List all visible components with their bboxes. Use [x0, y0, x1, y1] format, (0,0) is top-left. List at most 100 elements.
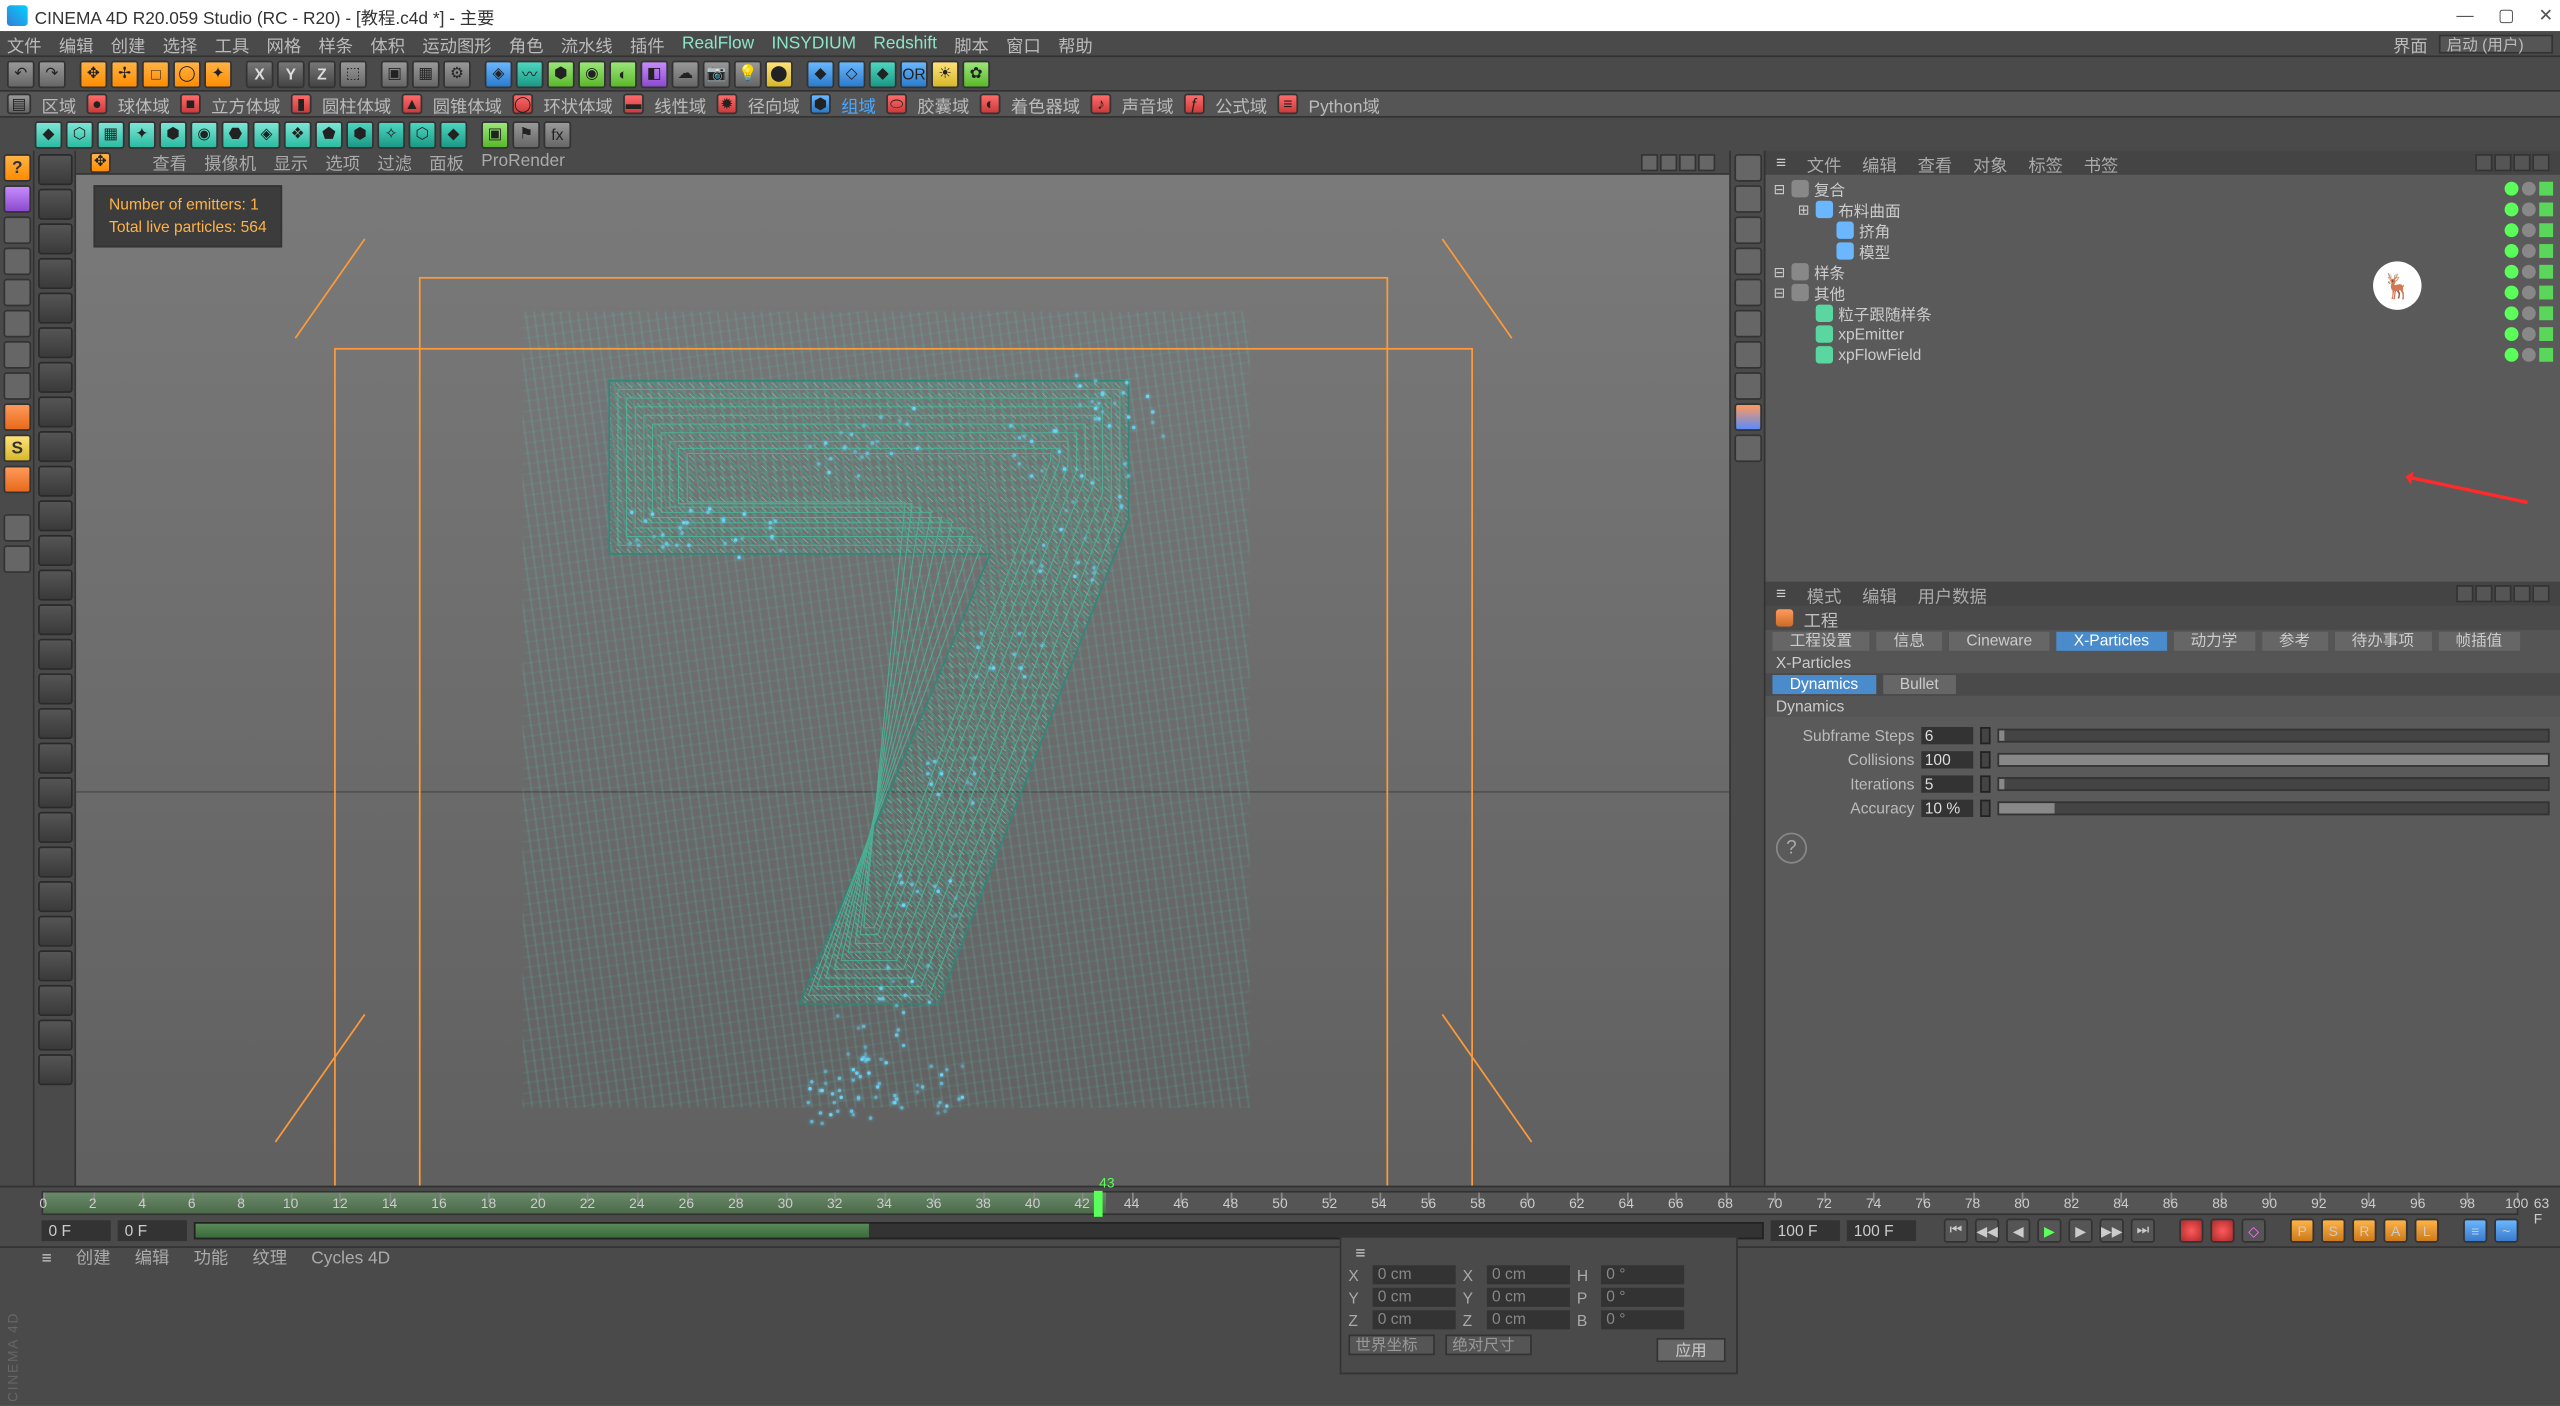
menu-volume[interactable]: 体积 [370, 30, 405, 56]
play-button[interactable]: ▶ [2037, 1219, 2061, 1243]
step-fwd-button[interactable]: ▶▶ [2100, 1219, 2124, 1243]
field-0[interactable]: 区域 [42, 91, 77, 117]
goto-start-button[interactable]: ⏮ [1944, 1219, 1968, 1243]
vs-6[interactable] [1734, 310, 1762, 338]
snap-2[interactable] [38, 189, 73, 220]
render-view[interactable]: ▣ [381, 60, 409, 88]
view-menu-view[interactable]: 查看 [152, 149, 187, 175]
maximize-button[interactable]: ▢ [2498, 6, 2514, 25]
select-tool[interactable]: ✥ [80, 60, 108, 88]
attr-tab[interactable]: 待办事项 [2334, 632, 2431, 651]
field-7[interactable]: 径向域 [748, 91, 800, 117]
t3-10[interactable]: ⬟ [315, 120, 343, 148]
iterations-input[interactable]: 5 [1921, 775, 1973, 792]
fx-icon[interactable]: ✿ [962, 60, 990, 88]
deformer-primitive[interactable]: ◧ [640, 60, 668, 88]
snap-mode[interactable] [3, 403, 31, 431]
apply-button[interactable]: 应用 [1656, 1338, 1725, 1362]
am-userdata[interactable]: 用户数据 [1918, 581, 1987, 607]
am-edit[interactable]: 编辑 [1862, 581, 1897, 607]
t3-fx[interactable]: fx [544, 120, 572, 148]
render-region[interactable]: ▦ [412, 60, 440, 88]
field-2[interactable]: 立方体域 [211, 91, 280, 117]
attr-tab[interactable]: 帧插值 [2438, 632, 2519, 651]
vs-7[interactable] [1734, 341, 1762, 369]
menu-pipeline[interactable]: 流水线 [561, 30, 613, 56]
spinner-icon[interactable] [1980, 726, 1990, 743]
om-filter-icon[interactable] [2494, 154, 2511, 171]
viewport-solo[interactable] [3, 514, 31, 542]
vs-3[interactable] [1734, 216, 1762, 244]
snap-23[interactable] [38, 916, 73, 947]
view-menu-camera[interactable]: 摄像机 [204, 149, 256, 175]
t3-1[interactable]: ◆ [35, 120, 63, 148]
object-row[interactable]: ⊟其他 [1772, 282, 2553, 303]
menu-file[interactable]: 文件 [7, 30, 42, 56]
menu-plugins[interactable]: 插件 [630, 30, 665, 56]
am-fwd-icon[interactable] [2475, 585, 2492, 602]
subframe-slider[interactable] [1997, 728, 2549, 742]
snap-5[interactable] [38, 293, 73, 324]
menu-spline[interactable]: 样条 [318, 30, 353, 56]
snap-7[interactable] [38, 362, 73, 393]
menu-script[interactable]: 脚本 [954, 30, 989, 56]
object-row[interactable]: xpEmitter [1772, 324, 2553, 345]
object-row[interactable]: 粒子跟随样条 [1772, 303, 2553, 324]
mm-func[interactable]: 功能 [194, 1248, 229, 1271]
field-10[interactable]: 着色器域 [1011, 91, 1080, 117]
t3-6[interactable]: ◉ [190, 120, 218, 148]
field-menu-icon[interactable]: ▤ [7, 93, 31, 114]
menu-insydium[interactable]: INSYDIUM [771, 34, 856, 53]
object-row[interactable]: ⊟样条 [1772, 261, 2553, 282]
snap-14[interactable] [38, 604, 73, 635]
scale-tool[interactable]: □ [142, 60, 170, 88]
coord-size-dropdown[interactable]: 绝对尺寸 [1445, 1335, 1532, 1356]
snap-8[interactable] [38, 396, 73, 427]
om-bookmarks[interactable]: 书签 [2084, 150, 2119, 176]
t3-9[interactable]: ❖ [284, 120, 312, 148]
snap-25[interactable] [38, 985, 73, 1016]
accuracy-input[interactable]: 10 % [1921, 799, 1973, 816]
coord-space-dropdown[interactable]: 世界坐标 [1348, 1335, 1435, 1356]
om-tags[interactable]: 标签 [2028, 150, 2063, 176]
field-5[interactable]: 环状体域 [544, 91, 613, 117]
field-8-active[interactable]: 组域 [841, 91, 876, 117]
z-lock[interactable]: Z [308, 60, 336, 88]
coord-system[interactable]: ⬚ [339, 60, 367, 88]
vs-4[interactable] [1734, 248, 1762, 276]
attr-subtab[interactable]: Dynamics [1772, 675, 1875, 694]
mm-edit[interactable]: 编辑 [135, 1248, 170, 1271]
snap-4[interactable] [38, 258, 73, 289]
xp2-icon[interactable]: ◇ [838, 60, 866, 88]
key-pla[interactable]: L [2415, 1219, 2439, 1243]
t3-12[interactable]: ✧ [377, 120, 405, 148]
snap-12[interactable] [38, 535, 73, 566]
view-menu-panel[interactable]: 面板 [429, 149, 464, 175]
camera-primitive[interactable]: 📷 [703, 60, 731, 88]
redo-button[interactable]: ↷ [38, 60, 66, 88]
t3-2[interactable]: ⬡ [66, 120, 94, 148]
om-view[interactable]: 查看 [1918, 150, 1953, 176]
help-icon[interactable]: ? [1776, 833, 1807, 864]
field-3[interactable]: 圆柱体域 [322, 91, 391, 117]
light-primitive[interactable]: 💡 [734, 60, 762, 88]
keyframe-sel-button[interactable]: ◇ [2242, 1219, 2266, 1243]
object-row[interactable]: xpFlowField [1772, 344, 2553, 365]
point-mode[interactable] [3, 279, 31, 307]
attr-tab[interactable]: 信息 [1876, 632, 1942, 651]
snap-19[interactable] [38, 777, 73, 808]
subframe-input[interactable]: 6 [1921, 726, 1973, 743]
menu-mesh[interactable]: 网格 [267, 30, 302, 56]
playhead[interactable] [1094, 1191, 1103, 1217]
spinner-icon[interactable] [1980, 775, 1990, 792]
tweak-mode[interactable] [3, 466, 31, 494]
end-frame-input[interactable]: 100 F [1847, 1220, 1916, 1241]
view-menu-display[interactable]: 显示 [273, 149, 308, 175]
spinner-icon[interactable] [1980, 750, 1990, 767]
key-pos[interactable]: P [2290, 1219, 2314, 1243]
timeline-ruler[interactable]: 0246810121416182022242628303234363840424… [42, 1191, 2519, 1215]
boole-primitive[interactable]: ◐ [609, 60, 637, 88]
t3-8[interactable]: ◈ [253, 120, 281, 148]
rotate-tool[interactable]: ◯ [173, 60, 201, 88]
view-zoom-icon[interactable] [1660, 153, 1677, 170]
